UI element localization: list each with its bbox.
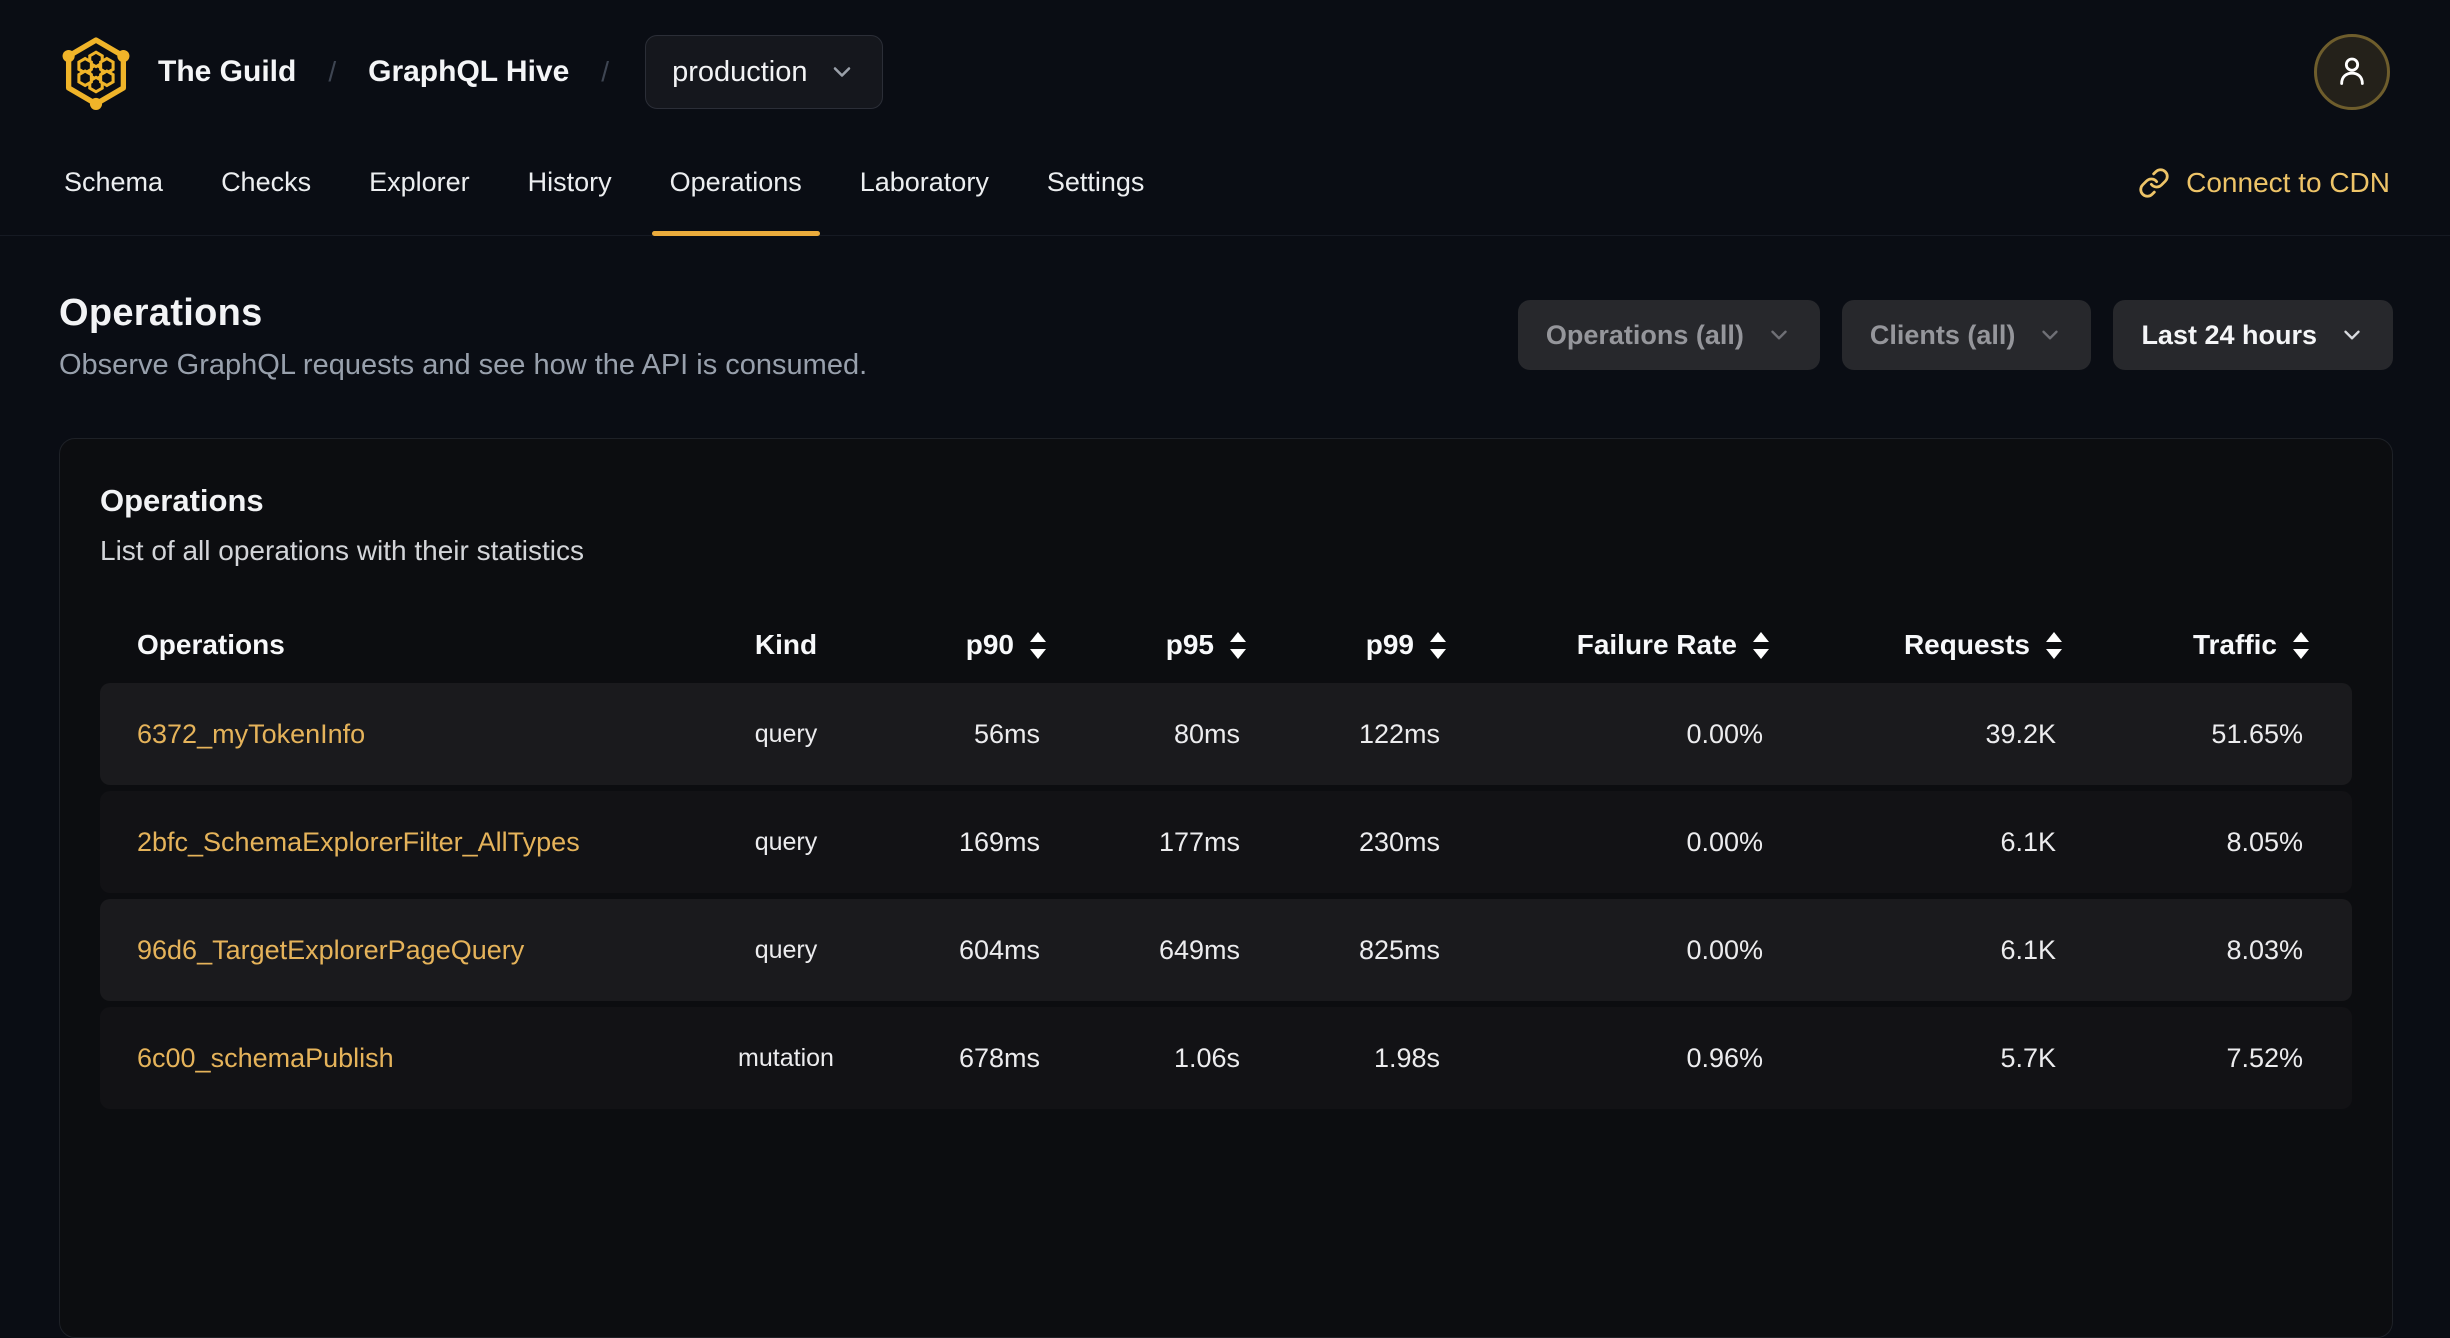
cell-p99: 230ms [1358,826,1440,857]
page-header-section: Operations Observe GraphQL requests and … [0,236,2450,382]
brand-row: The Guild / GraphQL Hive / production [0,0,2450,120]
breadcrumb-org[interactable]: The Guild [158,55,296,89]
sort-arrows-icon [2293,631,2309,659]
tab-settings[interactable]: Settings [1043,120,1149,235]
chevron-down-icon [1766,322,1792,348]
cell-requests: 6.1K [2000,934,2056,965]
date-range-label: Last 24 hours [2141,319,2317,350]
table-row: 2bfc_SchemaExplorerFilter_AllTypes query… [100,791,2352,893]
tab-explorer[interactable]: Explorer [365,120,474,235]
clients-filter-label: Clients (all) [1869,319,2016,350]
operation-link[interactable]: 6c00_schemaPublish [100,1043,726,1074]
top-header: The Guild / GraphQL Hive / production Sc… [0,0,2450,236]
table-row: 6c00_schemaPublish mutation 678ms 1.06s … [100,1007,2352,1109]
operations-card: Operations List of all operations with t… [59,438,2393,1338]
cell-p95: 649ms [1158,934,1240,965]
sort-arrows-icon [1030,631,1046,659]
table-row: 96d6_TargetExplorerPageQuery query 604ms… [100,899,2352,1001]
cell-p90: 604ms [958,934,1040,965]
operations-table: Operations Kind p90 p95 p99 Failure Rate… [100,607,2352,1109]
cell-p95: 1.06s [1173,1042,1240,1073]
filters-bar: Operations (all) Clients (all) Last 24 h… [1517,300,2393,370]
target-selector[interactable]: production [645,35,883,109]
col-p95-sort[interactable]: p95 [1046,629,1246,661]
col-kind: Kind [754,629,818,660]
page-title: Operations [59,292,263,334]
col-failure-rate-sort[interactable]: Failure Rate [1446,629,1769,661]
cell-kind: query [754,719,818,748]
connect-to-cdn-link[interactable]: Connect to CDN [2138,120,2390,235]
cell-requests: 39.2K [1985,718,2056,749]
cell-traffic: 7.52% [2226,1042,2303,1073]
cell-traffic: 51.65% [2211,718,2303,749]
cell-p95: 177ms [1158,826,1240,857]
cell-kind: query [754,935,818,964]
col-traffic-label: Traffic [2192,629,2277,660]
cell-traffic: 8.03% [2226,934,2303,965]
col-p90-sort[interactable]: p90 [846,629,1046,661]
cell-requests: 6.1K [2000,826,2056,857]
col-p95-label: p95 [1165,629,1214,660]
cell-failure-rate: 0.00% [1686,718,1763,749]
sort-arrows-icon [1430,631,1446,659]
cell-kind: query [754,827,818,856]
table-row: 6372_myTokenInfo query 56ms 80ms 122ms 0… [100,683,2352,785]
tab-schema[interactable]: Schema [60,120,167,235]
user-menu-button[interactable] [2314,34,2390,110]
cell-p99: 122ms [1358,718,1440,749]
cell-p90: 169ms [958,826,1040,857]
col-operations: Operations [137,629,285,660]
card-subtitle: List of all operations with their statis… [100,535,584,566]
cell-failure-rate: 0.00% [1686,934,1763,965]
chevron-down-icon [2037,322,2063,348]
col-traffic-sort[interactable]: Traffic [2062,629,2309,661]
operation-link[interactable]: 6372_myTokenInfo [100,719,726,750]
sort-arrows-icon [1753,631,1769,659]
chevron-down-icon [2339,322,2365,348]
col-p99-label: p99 [1365,629,1414,660]
tab-history[interactable]: History [524,120,616,235]
cell-kind: mutation [738,1043,834,1072]
sort-arrows-icon [1230,631,1246,659]
col-requests-sort[interactable]: Requests [1769,629,2062,661]
card-title: Operations [100,483,264,518]
tab-operations[interactable]: Operations [651,120,820,236]
target-selector-value: production [672,55,808,88]
cell-p90: 56ms [973,718,1040,749]
tab-laboratory[interactable]: Laboratory [856,120,993,235]
operations-filter-dropdown[interactable]: Operations (all) [1517,300,1820,370]
clients-filter-dropdown[interactable]: Clients (all) [1841,300,2092,370]
operation-link[interactable]: 2bfc_SchemaExplorerFilter_AllTypes [100,827,726,858]
main-nav: Schema Checks Explorer History Operation… [0,120,2450,236]
col-p99-sort[interactable]: p99 [1246,629,1446,661]
date-range-dropdown[interactable]: Last 24 hours [2113,300,2393,370]
user-icon [2332,51,2372,94]
col-requests-label: Requests [1903,629,2030,660]
hive-logo-icon[interactable] [58,33,134,111]
breadcrumb-separator: / [328,56,337,87]
operation-link[interactable]: 96d6_TargetExplorerPageQuery [100,935,726,966]
cell-p99: 825ms [1358,934,1440,965]
cell-p95: 80ms [1173,718,1240,749]
breadcrumb-separator: / [601,56,610,87]
cell-requests: 5.7K [2000,1042,2056,1073]
sort-arrows-icon [2046,631,2062,659]
cell-failure-rate: 0.96% [1686,1042,1763,1073]
page-subtitle: Observe GraphQL requests and see how the… [59,349,868,381]
table-header-row: Operations Kind p90 p95 p99 Failure Rate… [100,607,2352,683]
link-icon [2138,167,2170,199]
cell-traffic: 8.05% [2226,826,2303,857]
chevron-down-icon [828,58,856,86]
operations-filter-label: Operations (all) [1545,319,1744,350]
connect-to-cdn-label: Connect to CDN [2186,166,2390,198]
cell-p99: 1.98s [1373,1042,1440,1073]
col-failure-rate-label: Failure Rate [1576,629,1737,660]
cell-p90: 678ms [958,1042,1040,1073]
page-title-block: Operations Observe GraphQL requests and … [59,292,867,382]
tab-checks[interactable]: Checks [217,120,315,235]
col-p90-label: p90 [965,629,1014,660]
breadcrumb-project[interactable]: GraphQL Hive [368,55,569,89]
cell-failure-rate: 0.00% [1686,826,1763,857]
